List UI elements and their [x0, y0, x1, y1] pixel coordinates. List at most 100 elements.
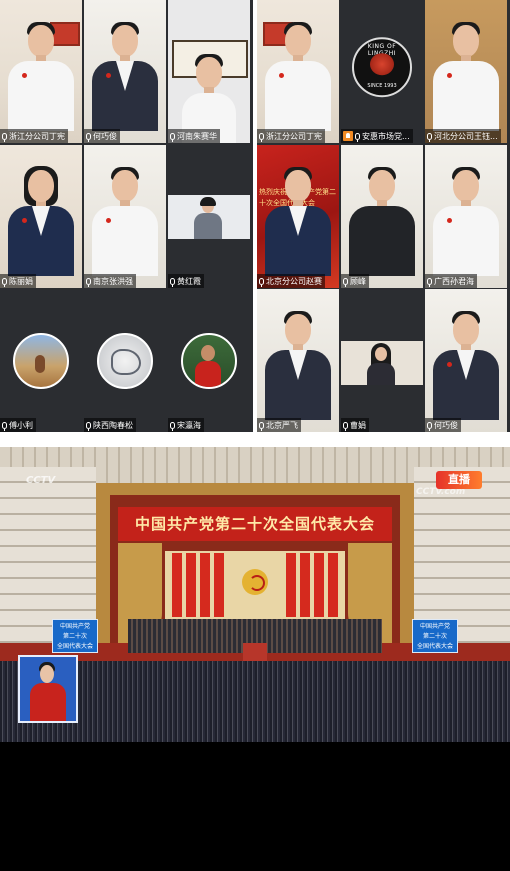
mic-icon — [427, 132, 432, 142]
video-grid-left: 浙江分公司丁宪 何巧俊 河南朱赛华 陈丽娟 南京张洪强 黄红霞 傅小利 陕西陶春… — [0, 0, 253, 432]
video-tile[interactable]: 陕西陶春松 — [84, 289, 166, 432]
participant-label: 何巧俊 — [425, 418, 461, 432]
avatar — [13, 332, 69, 389]
participant-name: 北京严飞 — [266, 420, 298, 430]
participant-video — [265, 22, 331, 131]
participant-label: 浙江分公司丁宪 — [257, 129, 325, 143]
mic-icon — [427, 421, 432, 431]
sign-language-interpreter — [18, 655, 78, 723]
video-tile[interactable]: 南京张洪强 — [84, 145, 166, 288]
mic-icon — [2, 421, 7, 431]
video-tile[interactable]: 河北分公司王钰... — [425, 0, 507, 143]
congress-banner: 中国共产党第二十次全国代表大会 — [118, 507, 392, 541]
participant-label: 北京严飞 — [257, 418, 301, 432]
participant-name: 广西孙君海 — [434, 276, 474, 286]
participant-label: 广西孙君海 — [425, 274, 477, 288]
participant-label: 河南朱赛华 — [168, 129, 220, 143]
video-tile[interactable]: 河南朱赛华 — [168, 0, 250, 143]
participant-name: 陕西陶春松 — [93, 420, 133, 430]
participant-name: 何巧俊 — [93, 131, 117, 141]
company-logo: KING OF LINGZHI SINCE 1993 — [352, 36, 412, 97]
video-tile[interactable]: 曹娟 — [341, 289, 423, 432]
video-tile[interactable]: 广西孙君海 — [425, 145, 507, 288]
participant-video — [433, 311, 499, 420]
great-hall-scene: 中国共产党第二十次全国代表大会 中国共产党 第二十次 全国代表大会 中国共产党 … — [0, 447, 510, 742]
participant-name: 河北分公司王钰... — [434, 131, 498, 141]
participant-label: 浙江分公司丁宪 — [0, 129, 68, 143]
video-tile[interactable]: 北京严飞 — [257, 289, 339, 432]
participant-label: 傅小利 — [0, 418, 36, 432]
participant-label: 宋瀛海 — [168, 418, 204, 432]
mic-icon — [259, 132, 264, 142]
mic-icon — [427, 277, 432, 287]
video-tile[interactable]: 陈丽娟 — [0, 145, 82, 288]
participant-video — [8, 22, 74, 131]
red-flag — [172, 553, 182, 617]
red-flag — [200, 553, 210, 617]
participant-video — [92, 167, 158, 276]
participant-name: 北京分公司赵赛 — [266, 276, 322, 286]
party-emblem-icon — [242, 569, 268, 595]
participant-name: 南京张洪强 — [93, 276, 133, 286]
avatar — [97, 332, 153, 389]
video-tile[interactable]: 傅小利 — [0, 289, 82, 432]
red-flag — [286, 553, 296, 617]
video-tile[interactable]: 何巧俊 — [84, 0, 166, 143]
mic-icon — [2, 132, 7, 142]
participant-video — [433, 167, 499, 276]
video-tile[interactable]: 浙江分公司丁宪 — [257, 0, 339, 143]
video-tile[interactable]: 黄红霞 — [168, 145, 250, 288]
mic-icon — [170, 421, 175, 431]
participant-label: 北京分公司赵赛 — [257, 274, 325, 288]
participant-label: 何巧俊 — [84, 129, 120, 143]
participant-video — [92, 22, 158, 131]
participant-label: 陈丽娟 — [0, 274, 36, 288]
sign-line: 中国共产党 — [59, 623, 90, 630]
sign-line: 全国代表大会 — [416, 643, 453, 650]
video-tile[interactable]: 浙江分公司丁宪 — [0, 0, 82, 143]
participant-label: 顾峰 — [341, 274, 369, 288]
participant-label: 河北分公司王钰... — [425, 129, 501, 143]
cctv-logo: CCTV — [26, 475, 56, 486]
participant-label: 黄红霞 — [168, 274, 204, 288]
avatar — [181, 332, 237, 389]
participant-name: 安惠市场党... — [362, 131, 410, 141]
video-grid-right: 浙江分公司丁宪 KING OF LINGZHI SINCE 1993 安惠市场党… — [257, 0, 510, 432]
red-flag — [300, 553, 310, 617]
sign-line: 全国代表大会 — [56, 643, 93, 650]
participant-name: 何巧俊 — [434, 420, 458, 430]
live-broadcast-frame: 中国共产党第二十次全国代表大会 中国共产党 第二十次 全国代表大会 中国共产党 … — [0, 447, 510, 871]
participant-video — [265, 311, 331, 420]
participant-video — [168, 195, 250, 239]
mic-icon — [259, 421, 264, 431]
red-flag — [314, 553, 324, 617]
sign-line: 第二十次 — [422, 633, 447, 640]
participant-name: 傅小利 — [9, 420, 33, 430]
mic-icon — [86, 277, 91, 287]
lingzhi-icon — [370, 52, 394, 75]
mic-icon — [355, 132, 360, 142]
mic-icon — [170, 132, 175, 142]
mic-icon — [343, 277, 348, 287]
screen-share-icon — [343, 131, 353, 141]
video-tile[interactable]: 顾峰 — [341, 145, 423, 288]
mic-icon — [86, 132, 91, 142]
participant-video — [182, 54, 236, 143]
participant-name: 黄红霞 — [177, 276, 201, 286]
participant-name: 河南朱赛华 — [177, 131, 217, 141]
participant-name: 宋瀛海 — [177, 420, 201, 430]
participant-label: 曹娟 — [341, 418, 369, 432]
red-flag — [214, 553, 224, 617]
mic-icon — [343, 421, 348, 431]
video-tile[interactable]: 宋瀛海 — [168, 289, 250, 432]
participant-label: 安惠市场党... — [341, 129, 413, 143]
participant-name: 浙江分公司丁宪 — [9, 131, 65, 141]
participant-video — [341, 341, 423, 385]
participant-video — [265, 167, 331, 276]
red-flag — [186, 553, 196, 617]
video-tile[interactable]: 热烈庆祝中国共产党第二十次全国代表大会 北京分公司赵赛 — [257, 145, 339, 288]
participant-label: 陕西陶春松 — [84, 418, 136, 432]
participant-video — [8, 166, 74, 276]
video-tile[interactable]: 何巧俊 — [425, 289, 507, 432]
video-tile[interactable]: KING OF LINGZHI SINCE 1993 安惠市场党... — [341, 0, 423, 143]
